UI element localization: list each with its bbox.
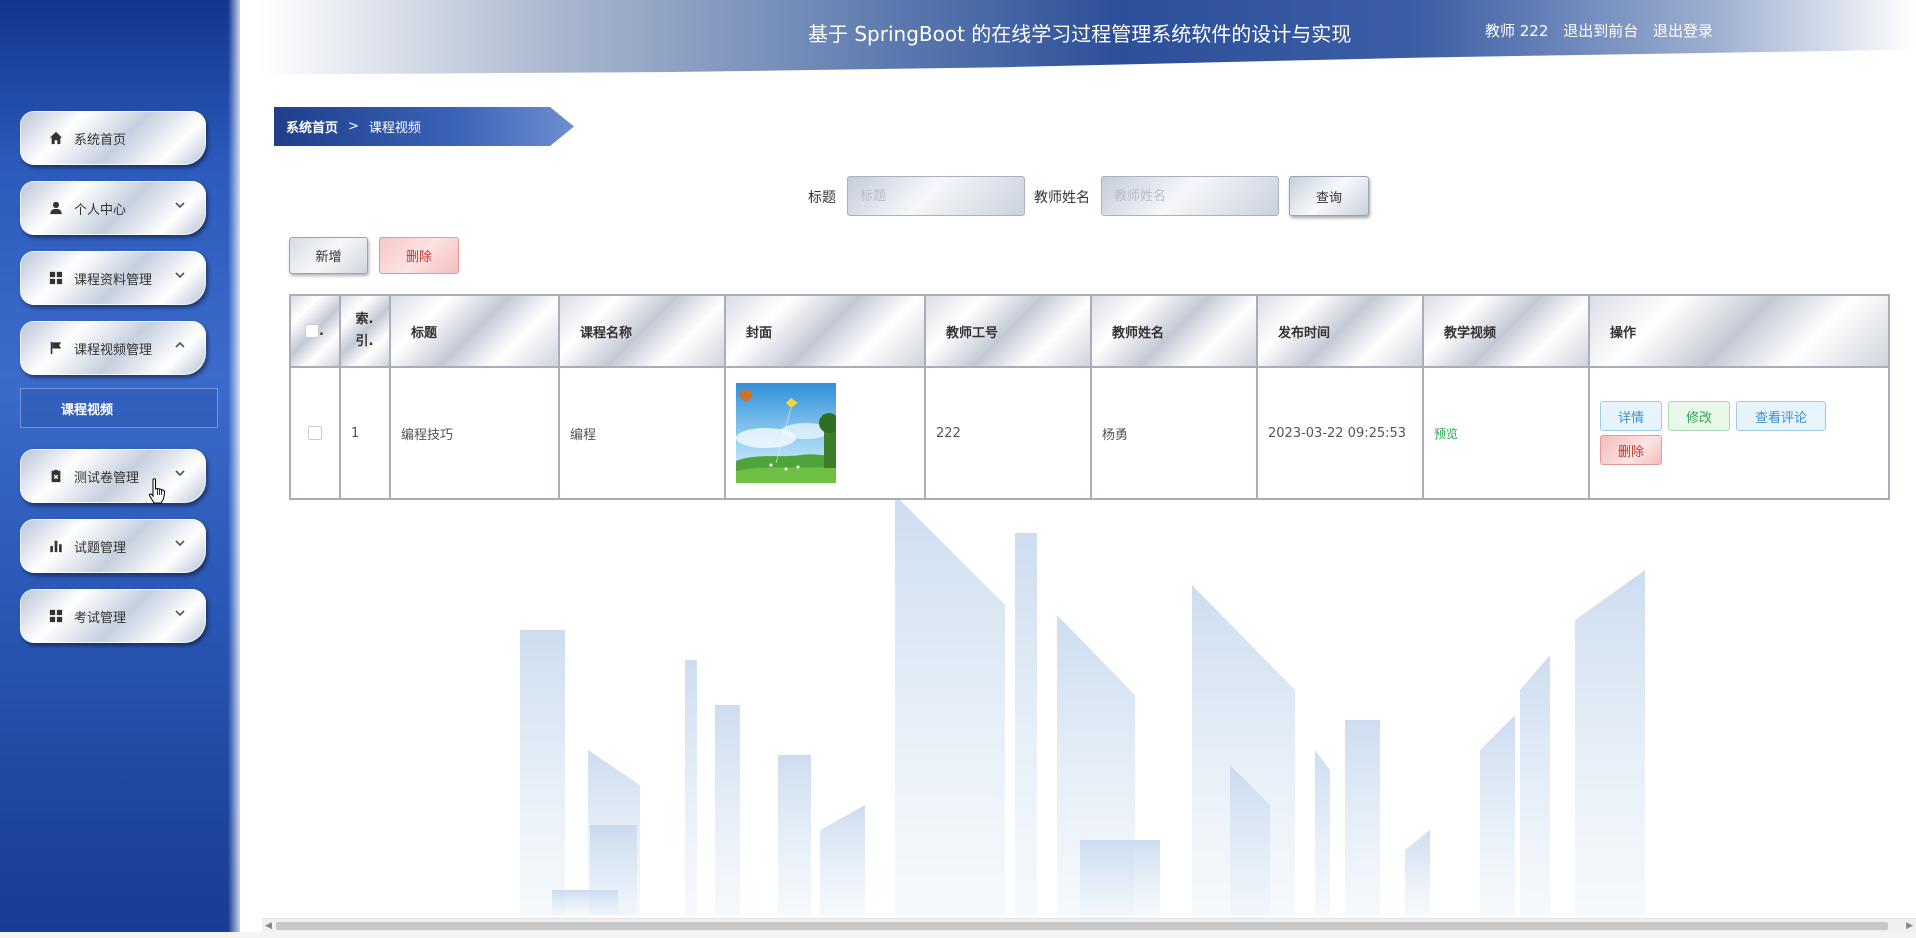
column-header-title: 标题 bbox=[389, 294, 560, 368]
breadcrumb-current: 课程视频 bbox=[368, 121, 421, 136]
select-all-header: . bbox=[289, 294, 341, 368]
row-cover-cell bbox=[724, 366, 926, 500]
scrollbar-thumb[interactable] bbox=[276, 922, 1888, 930]
hand-cursor-icon bbox=[148, 478, 166, 504]
breadcrumb: 系统首页 > 课程视频 bbox=[274, 107, 574, 146]
row-delete-button[interactable]: 删除 bbox=[1600, 435, 1662, 465]
column-header-cover: 封面 bbox=[724, 294, 926, 368]
bottom-status-strip bbox=[0, 932, 1916, 938]
row-title: 编程技巧 bbox=[389, 366, 560, 500]
column-header-teacher-name: 教师姓名 bbox=[1090, 294, 1258, 368]
sidebar-item-course-video-management[interactable]: 课程视频管理 bbox=[20, 321, 206, 375]
sidebar-item-course-materials[interactable]: 课程资料管理 bbox=[20, 251, 206, 305]
sidebar: 系统首页 个人中心 课程资料管理 课程视频管理 课程视频 测试卷管理 试题管理 … bbox=[0, 0, 240, 938]
row-publish-time: 2023-03-22 09:25:53 bbox=[1256, 366, 1424, 500]
row-video-cell: 预览 bbox=[1422, 366, 1590, 500]
sidebar-subitem-course-video[interactable]: 课程视频 bbox=[20, 388, 218, 428]
row-operations: 详情 修改 查看评论 删除 bbox=[1588, 366, 1890, 500]
sidebar-item-label: 考试管理 bbox=[74, 610, 127, 626]
cover-thumbnail-image[interactable] bbox=[736, 383, 836, 483]
breadcrumb-home[interactable]: 系统首页 bbox=[286, 117, 338, 136]
row-teacher-id: 222 bbox=[924, 366, 1092, 500]
detail-button[interactable]: 详情 bbox=[1600, 401, 1662, 431]
sidebar-item-exam-management[interactable]: 考试管理 bbox=[20, 589, 206, 643]
clipboard-icon bbox=[48, 468, 64, 484]
scroll-left-arrow-icon[interactable]: ◀ bbox=[265, 921, 272, 931]
batch-delete-button[interactable]: 删除 bbox=[379, 237, 459, 274]
scroll-right-arrow-icon[interactable]: ▶ bbox=[1906, 921, 1913, 931]
grid-icon bbox=[48, 608, 64, 624]
column-header-operations: 操作 bbox=[1588, 294, 1890, 368]
title-search-label: 标题 bbox=[808, 190, 836, 206]
query-button[interactable]: 查询 bbox=[1289, 176, 1369, 216]
row-checkbox[interactable] bbox=[307, 426, 322, 440]
row-teacher-name: 杨勇 bbox=[1090, 366, 1258, 500]
chevron-down-icon bbox=[174, 199, 188, 213]
logout-link[interactable]: 退出登录 bbox=[1653, 22, 1713, 40]
column-header-index: 索. 引. bbox=[339, 294, 391, 368]
index-header-line2: 引. bbox=[355, 334, 374, 349]
edit-button[interactable]: 修改 bbox=[1668, 401, 1730, 431]
sidebar-subitem-label: 课程视频 bbox=[61, 402, 114, 418]
row-course-name: 编程 bbox=[558, 366, 726, 500]
row-select-cell bbox=[289, 366, 341, 500]
select-all-dot: . bbox=[319, 323, 324, 339]
user-icon bbox=[48, 200, 64, 216]
sidebar-item-label: 系统首页 bbox=[74, 132, 127, 148]
column-header-course-name: 课程名称 bbox=[558, 294, 726, 368]
breadcrumb-separator: > bbox=[348, 119, 359, 134]
back-to-front-link[interactable]: 退出到前台 bbox=[1563, 22, 1638, 40]
bar-chart-icon bbox=[48, 538, 64, 554]
column-header-publish-time: 发布时间 bbox=[1256, 294, 1424, 368]
chevron-down-icon bbox=[174, 269, 188, 283]
sidebar-item-personal-center[interactable]: 个人中心 bbox=[20, 181, 206, 235]
sidebar-item-test-paper-management[interactable]: 测试卷管理 bbox=[20, 449, 206, 503]
sidebar-item-home[interactable]: 系统首页 bbox=[20, 111, 206, 165]
video-preview-link[interactable]: 预览 bbox=[1434, 427, 1458, 441]
course-video-table: . 索. 引. 标题 课程名称 封面 教师工号 教师姓名 发布时间 教学视频 操… bbox=[289, 294, 1890, 500]
row-index: 1 bbox=[339, 366, 391, 500]
chevron-up-icon bbox=[174, 339, 188, 353]
add-button[interactable]: 新增 bbox=[289, 237, 368, 274]
current-user-label: 教师 222 bbox=[1485, 22, 1549, 40]
flag-icon bbox=[48, 340, 64, 356]
sidebar-item-question-management[interactable]: 试题管理 bbox=[20, 519, 206, 573]
chevron-down-icon bbox=[174, 467, 188, 481]
home-icon bbox=[48, 130, 64, 146]
sidebar-item-label: 试题管理 bbox=[74, 540, 127, 556]
grid-icon bbox=[48, 270, 64, 286]
column-header-teaching-video: 教学视频 bbox=[1422, 294, 1590, 368]
teacher-name-search-label: 教师姓名 bbox=[1034, 190, 1090, 206]
index-header-line1: 索. bbox=[355, 312, 374, 327]
sidebar-item-label: 测试卷管理 bbox=[74, 470, 140, 486]
table-row: 1 编程技巧 编程 222 杨勇 2023-03-22 09:25:53 预览 … bbox=[289, 366, 1890, 500]
app-title: 基于 SpringBoot 的在线学习过程管理系统软件的设计与实现 bbox=[808, 22, 1352, 46]
title-search-input[interactable] bbox=[847, 176, 1025, 216]
column-header-teacher-id: 教师工号 bbox=[924, 294, 1092, 368]
sidebar-item-label: 课程资料管理 bbox=[74, 272, 153, 288]
view-comments-button[interactable]: 查看评论 bbox=[1736, 401, 1826, 431]
header-user-links: 教师 222 退出到前台 退出登录 bbox=[1485, 20, 1723, 41]
chevron-down-icon bbox=[174, 537, 188, 551]
city-skyline-background bbox=[520, 495, 1645, 915]
sidebar-item-label: 课程视频管理 bbox=[74, 342, 153, 358]
teacher-name-search-input[interactable] bbox=[1101, 176, 1279, 216]
sidebar-item-label: 个人中心 bbox=[74, 202, 127, 218]
table-header-row: . 索. 引. 标题 课程名称 封面 教师工号 教师姓名 发布时间 教学视频 操… bbox=[289, 294, 1890, 368]
chevron-down-icon bbox=[174, 607, 188, 621]
select-all-checkbox[interactable] bbox=[305, 324, 320, 338]
horizontal-scrollbar[interactable]: ◀ ▶ bbox=[262, 918, 1916, 933]
